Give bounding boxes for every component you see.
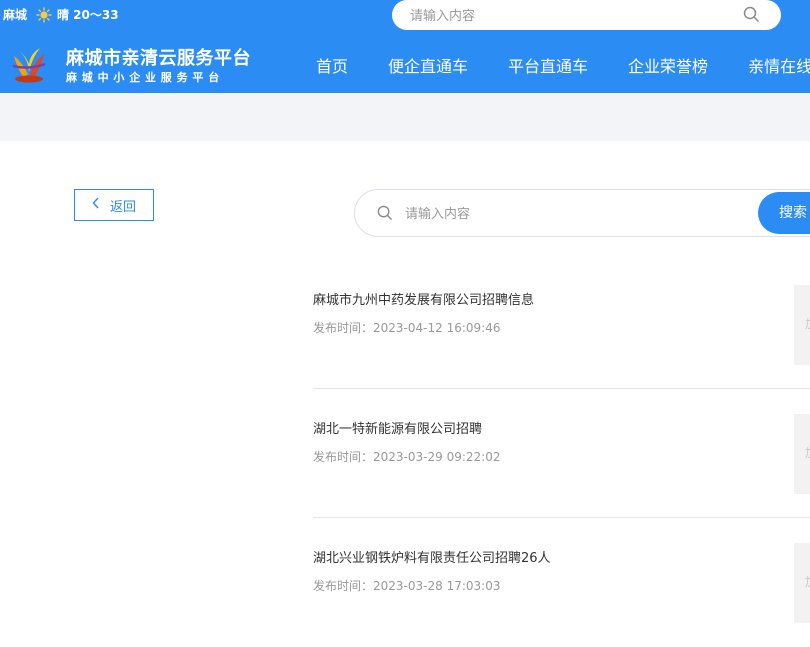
nav-item-online[interactable]: 亲情在线 — [748, 53, 810, 77]
thumbnail-text: 加 — [805, 315, 810, 332]
list-item-thumbnail[interactable]: 加 — [794, 414, 810, 494]
list-item-time: 发布时间：2023-03-29 09:22:02 — [313, 448, 500, 465]
nav-item-honor-roll[interactable]: 企业荣誉榜 — [628, 53, 708, 77]
site-logo[interactable] — [8, 44, 50, 90]
header-search — [392, 0, 781, 30]
list-item-title[interactable]: 湖北兴业钢铁炉料有限责任公司招聘26人 — [313, 547, 551, 566]
back-button-label: 返回 — [109, 199, 136, 215]
search-button[interactable]: 搜索 — [758, 192, 810, 234]
list-item-title[interactable]: 湖北一特新能源有限公司招聘 — [313, 418, 482, 437]
chevron-left-icon — [92, 197, 100, 213]
breadcrumb-band — [0, 93, 810, 141]
time-prefix: 发布时间： — [313, 321, 374, 335]
content-search — [354, 189, 810, 237]
search-icon[interactable] — [743, 6, 760, 27]
sun-icon — [36, 6, 52, 23]
thumbnail-text: 加 — [805, 573, 810, 590]
weather-text: 晴 20～33 — [57, 8, 119, 22]
list-item-time: 发布时间：2023-04-12 16:09:46 — [313, 319, 500, 336]
thumbnail-text: 加 — [805, 444, 810, 461]
list-item-title[interactable]: 麻城市九州中药发展有限公司招聘信息 — [313, 289, 534, 308]
site-title: 麻城市亲清云服务平台 — [66, 48, 251, 69]
back-button[interactable]: 返回 — [74, 189, 154, 221]
main-nav: 首页 便企直通车 平台直通车 企业荣誉榜 亲情在线 — [316, 53, 810, 77]
list-item[interactable]: 麻城市九州中药发展有限公司招聘信息 发布时间：2023-04-12 16:09:… — [313, 260, 810, 389]
time-prefix: 发布时间： — [313, 579, 374, 593]
list-item-time: 发布时间：2023-03-28 17:03:03 — [313, 577, 500, 594]
recruitment-list: 麻城市九州中药发展有限公司招聘信息 发布时间：2023-04-12 16:09:… — [313, 260, 810, 647]
nav-item-enterprise-express[interactable]: 便企直通车 — [388, 53, 468, 77]
search-icon — [377, 205, 393, 225]
content-search-input[interactable] — [403, 204, 727, 224]
site-subtitle: 麻城中小企业服务平台 — [66, 71, 224, 84]
nav-item-home[interactable]: 首页 — [316, 53, 348, 77]
site-header: 麻城 晴 20～33 请输入内容 麻城市亲清云服务平台 麻城中小企业服务平台 首… — [0, 0, 810, 93]
list-item-thumbnail[interactable]: 加 — [794, 285, 810, 365]
time-value: 2023-03-29 09:22:02 — [373, 450, 501, 464]
list-item[interactable]: 湖北兴业钢铁炉料有限责任公司招聘26人 发布时间：2023-03-28 17:0… — [313, 518, 810, 647]
header-search-input[interactable] — [408, 6, 732, 26]
weather-widget: 晴 20～33 — [36, 6, 119, 23]
time-value: 2023-03-28 17:03:03 — [373, 579, 501, 593]
list-item-thumbnail[interactable]: 加 — [794, 543, 810, 623]
time-prefix: 发布时间： — [313, 450, 374, 464]
time-value: 2023-04-12 16:09:46 — [373, 321, 501, 335]
nav-item-platform-express[interactable]: 平台直通车 — [508, 53, 588, 77]
list-item[interactable]: 湖北一特新能源有限公司招聘 发布时间：2023-03-29 09:22:02 加 — [313, 389, 810, 518]
city-label[interactable]: 麻城 — [3, 6, 27, 23]
